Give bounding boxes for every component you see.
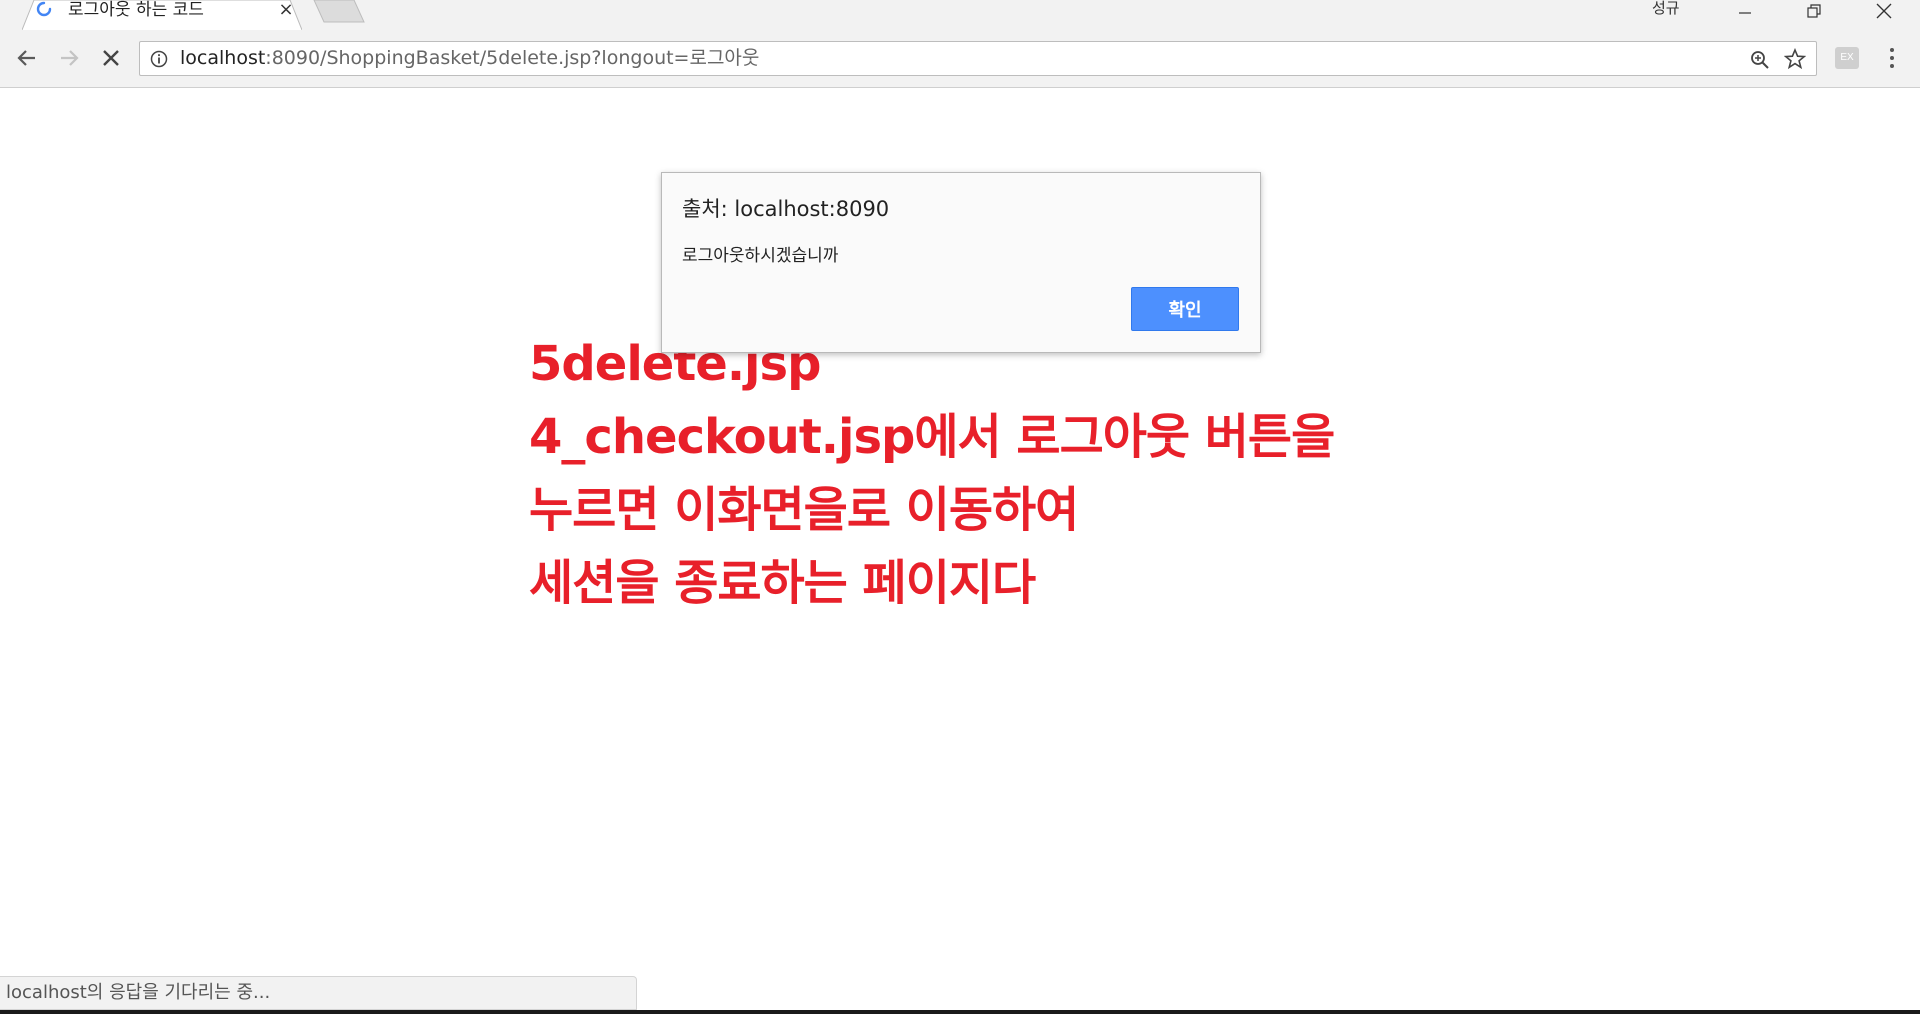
heading-line: 4_checkout.jsp에서 로그아웃 버튼을 — [529, 409, 1335, 465]
forward-button[interactable] — [53, 42, 85, 74]
taskbar-edge — [0, 1010, 1920, 1014]
new-tab-button[interactable] — [310, 0, 366, 24]
back-arrow-icon — [17, 50, 35, 66]
extension-icon[interactable]: EX — [1835, 47, 1859, 69]
close-window-button[interactable] — [1861, 0, 1907, 22]
minimize-icon — [1739, 12, 1751, 14]
bookmark-star-icon[interactable] — [1784, 48, 1806, 70]
menu-icon[interactable] — [1888, 47, 1896, 69]
restore-icon — [1807, 4, 1821, 18]
heading-line: 세션을 종료하는 페이지다 — [529, 555, 1036, 611]
forward-arrow-icon — [61, 50, 79, 66]
back-button[interactable] — [11, 42, 43, 74]
status-bubble: localhost의 응답을 기다리는 중... — [0, 976, 637, 1010]
page-content: 5delete.jsp 4_checkout.jsp에서 로그아웃 버튼을 누르… — [0, 88, 1920, 1014]
tab-title: 로그아웃 하는 코드 — [68, 0, 204, 20]
dialog-message: 로그아웃하시겠습니까 — [682, 246, 839, 266]
address-bar[interactable]: localhost:8090/ShoppingBasket/5delete.js… — [139, 41, 1817, 76]
tab-close-icon[interactable]: × — [276, 0, 296, 22]
url-host: localhost — [180, 47, 266, 69]
status-text: localhost의 응답을 기다리는 중... — [6, 982, 271, 1003]
profile-name[interactable]: 성규 — [1652, 0, 1680, 18]
browser-toolbar: localhost:8090/ShoppingBasket/5delete.js… — [0, 30, 1920, 88]
url-path: :8090/ShoppingBasket/5delete.jsp?longout… — [265, 47, 760, 69]
heading-line: 누르면 이화면을로 이동하여 — [529, 482, 1079, 538]
stop-icon — [103, 50, 119, 66]
zoom-icon[interactable] — [1750, 50, 1770, 70]
alert-dialog: 출처: localhost:8090 로그아웃하시겠습니까 확인 — [661, 172, 1261, 353]
info-icon[interactable] — [150, 50, 168, 68]
loading-spinner-icon — [36, 1, 52, 17]
stop-loading-button[interactable] — [95, 42, 127, 74]
page-heading: 5delete.jsp 4_checkout.jsp에서 로그아웃 버튼을 누르… — [529, 328, 1335, 620]
url-text[interactable]: localhost:8090/ShoppingBasket/5delete.js… — [180, 42, 759, 75]
ok-button[interactable]: 확인 — [1131, 287, 1239, 331]
close-icon — [1876, 3, 1892, 19]
tab-active[interactable]: 로그아웃 하는 코드 × — [22, 0, 302, 30]
restore-button[interactable] — [1791, 0, 1837, 22]
minimize-button[interactable] — [1722, 0, 1768, 22]
dialog-origin: 출처: localhost:8090 — [682, 197, 890, 221]
tab-strip: 로그아웃 하는 코드 × 성규 — [0, 0, 1920, 30]
